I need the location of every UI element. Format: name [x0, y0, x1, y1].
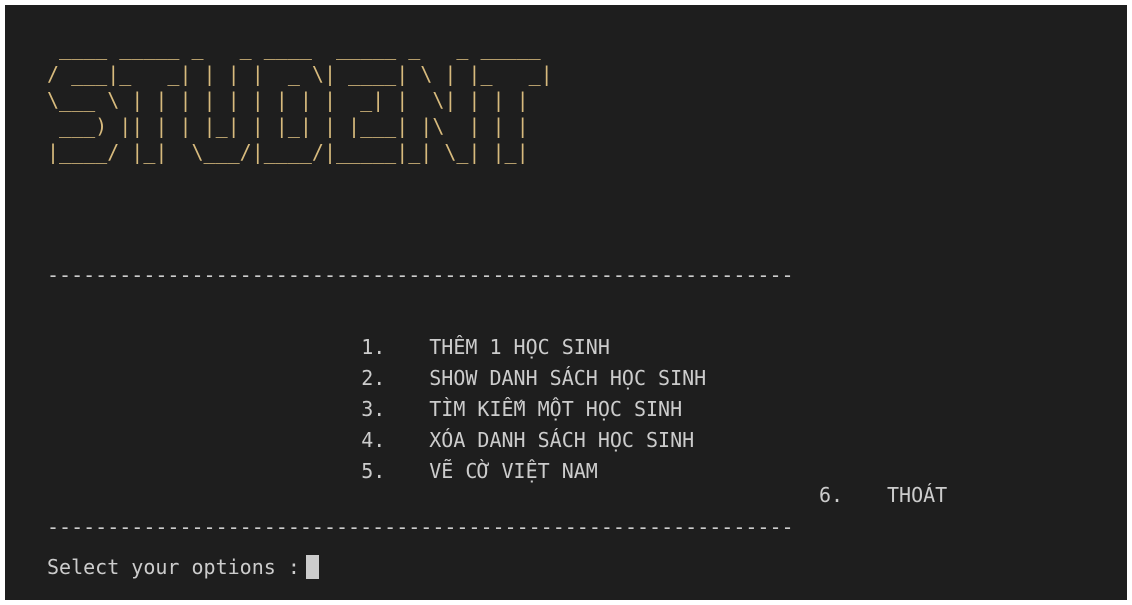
- main-menu: 1. THÊM 1 HỌC SINH 2. SHOW DANH SÁCH HỌC S…: [289, 301, 707, 483]
- menu-item-label: VẼ CỜ VIỆT NAM: [429, 459, 598, 483]
- menu-item-number: 1.: [361, 335, 386, 359]
- terminal-window[interactable]: ____ _____ _ _ ____ _____ _ _ _____ / __…: [5, 5, 1127, 600]
- menu-item-label: XÓA DANH SÁCH HỌC SINH: [429, 428, 695, 452]
- menu-item-label: SHOW DANH SÁCH HỌC SINH: [429, 366, 707, 390]
- menu-item-exit: 6. THOÁT: [819, 483, 947, 507]
- menu-item-label: TÌM KIẾM MỘT HỌC SINH: [429, 397, 683, 421]
- menu-item-number: 4.: [361, 428, 386, 452]
- menu-item-add-student: 1. THÊM 1 HỌC SINH: [289, 301, 706, 359]
- divider-top: ----------------------------------------…: [47, 263, 794, 287]
- input-prompt[interactable]: Select your options :: [47, 555, 319, 579]
- menu-item-number: 5.: [361, 459, 386, 483]
- student-ascii-banner: ____ _____ _ _ ____ _____ _ _ _____ / __…: [47, 36, 553, 164]
- menu-item-label: THÊM 1 HỌC SINH: [429, 335, 610, 359]
- menu-item-number: 2.: [361, 366, 386, 390]
- menu-item-label: THOÁT: [887, 483, 948, 507]
- menu-item-number: 6.: [819, 483, 844, 507]
- text-cursor[interactable]: [305, 555, 319, 579]
- menu-item-number: 3.: [361, 397, 386, 421]
- divider-bottom: ----------------------------------------…: [47, 515, 794, 539]
- prompt-text: Select your options :: [47, 555, 300, 579]
